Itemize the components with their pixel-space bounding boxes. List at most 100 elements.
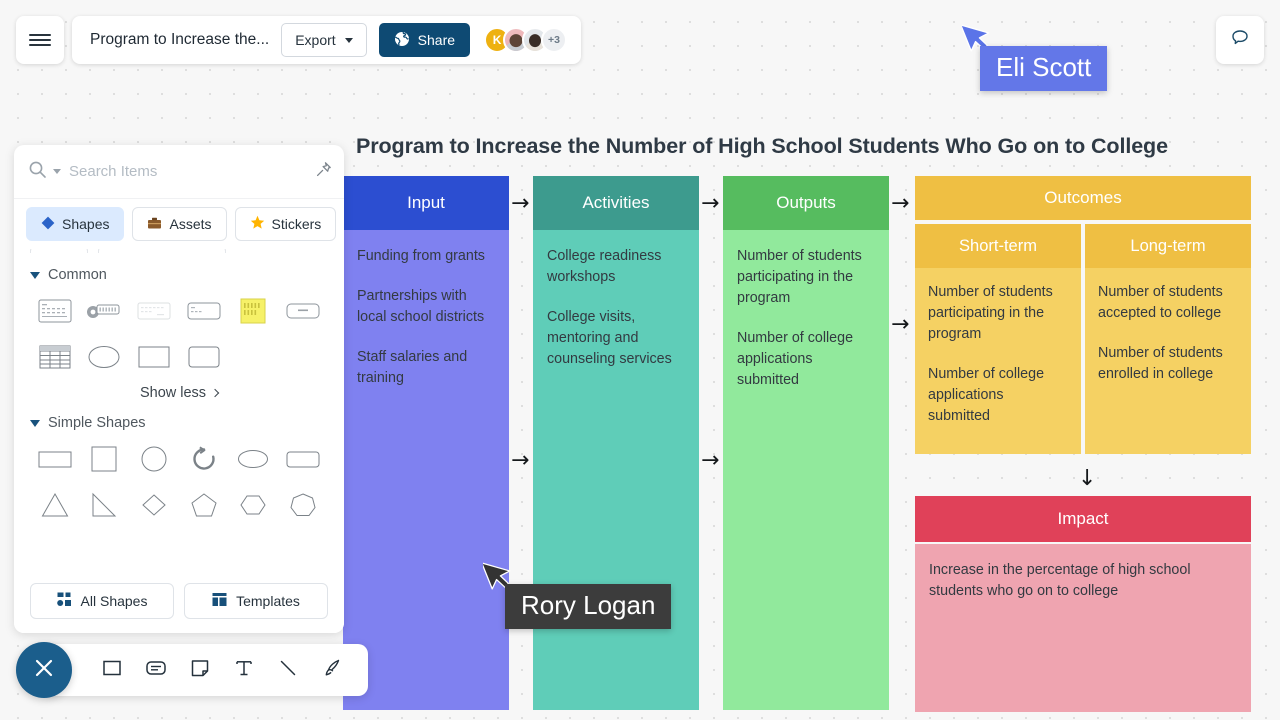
tab-stickers[interactable]: Stickers [234, 207, 337, 241]
sub-header-long-term: Long-term [1085, 224, 1251, 268]
tab-label: Assets [169, 216, 212, 232]
list-item: College readiness workshops [547, 248, 662, 286]
sticky-note-shape[interactable] [230, 293, 276, 329]
impact-header: Impact [915, 496, 1251, 542]
bottom-toolbar [44, 644, 368, 696]
diagram-column-activities[interactable]: Activities College readiness workshops C… [533, 176, 699, 710]
tab-label: Shapes [62, 216, 110, 232]
chevron-down-icon [344, 37, 353, 43]
arrow-right-icon: → [511, 191, 530, 216]
document-toolbar: Program to Increase the... Export Share … [72, 16, 582, 64]
share-button[interactable]: Share [378, 23, 471, 57]
sticky-note-icon [190, 658, 210, 683]
shape-tool-button[interactable] [92, 650, 132, 690]
sub-body-long-term: Number of students accepted to college N… [1085, 268, 1251, 454]
avatar-overflow-count[interactable]: +3 [541, 27, 568, 53]
section-header-common[interactable]: Common [30, 267, 328, 283]
template-icon [212, 592, 227, 610]
tab-shapes[interactable]: Shapes [26, 207, 125, 241]
rectangle-shape[interactable] [131, 339, 177, 375]
close-x-icon [31, 655, 57, 686]
arrow-right-icon: → [511, 448, 530, 473]
line-tool-button[interactable] [268, 650, 308, 690]
list-item: Number of college applications submitted [737, 330, 854, 389]
diagram-group-impact[interactable]: Impact Increase in the percentage of hig… [915, 496, 1251, 712]
diagram-group-outcomes[interactable]: Outcomes Short-term Number of students p… [915, 176, 1251, 454]
diamond-icon [41, 216, 55, 233]
templates-button[interactable]: Templates [184, 583, 328, 619]
search-input[interactable] [67, 162, 330, 181]
rounded-rect-shape[interactable] [181, 339, 227, 375]
heptagon-shape[interactable] [280, 487, 326, 523]
pen-tool-button[interactable] [312, 650, 352, 690]
faded-list-shape[interactable] [131, 293, 177, 329]
diagram-column-input[interactable]: Input Funding from grants Partnerships w… [343, 176, 509, 710]
square-shape[interactable] [81, 441, 127, 477]
search-row [14, 145, 344, 199]
close-panel-button[interactable] [16, 642, 72, 698]
sub-header-short-term: Short-term [915, 224, 1081, 268]
section-title: Common [48, 267, 107, 283]
diagram-title: Program to Increase the Number of High S… [356, 134, 1168, 158]
card-tool-button[interactable] [136, 650, 176, 690]
column-header-outputs: Outputs [723, 176, 889, 230]
show-less-button[interactable]: Show less [30, 385, 328, 401]
rounded-bar-shape[interactable] [280, 293, 326, 329]
outcomes-short-term[interactable]: Short-term Number of students participat… [915, 224, 1081, 454]
menu-button[interactable] [16, 16, 64, 64]
diagram-column-outputs[interactable]: Outputs Number of students participating… [723, 176, 889, 710]
diamond-shape[interactable] [131, 487, 177, 523]
ellipse-shape[interactable] [81, 339, 127, 375]
share-label: Share [417, 32, 456, 48]
key-shape[interactable] [81, 293, 127, 329]
export-button[interactable]: Export [281, 23, 367, 57]
triangle-shape[interactable] [32, 487, 78, 523]
arc-arrow-shape[interactable] [181, 441, 227, 477]
right-triangle-shape[interactable] [81, 487, 127, 523]
table-shape[interactable] [32, 339, 78, 375]
impact-body: Increase in the percentage of high schoo… [915, 544, 1251, 712]
show-less-label: Show less [139, 385, 207, 401]
outcomes-long-term[interactable]: Long-term Number of students accepted to… [1085, 224, 1251, 454]
shapes-scroll-area[interactable]: Common Show less Simple Shapes [14, 253, 344, 575]
rectangle-shape[interactable] [32, 441, 78, 477]
shape-grid-common [30, 293, 328, 375]
column-body-outputs: Number of students participating in the … [723, 230, 889, 710]
note-tool-button[interactable] [180, 650, 220, 690]
list-item: Number of students participating in the … [737, 248, 862, 307]
section-header-simple-shapes[interactable]: Simple Shapes [30, 415, 328, 431]
text-tool-button[interactable] [224, 650, 264, 690]
card-list-shape[interactable] [32, 293, 78, 329]
small-card-shape[interactable] [181, 293, 227, 329]
hexagon-shape[interactable] [230, 487, 276, 523]
section-title: Simple Shapes [48, 415, 146, 431]
tab-assets[interactable]: Assets [132, 207, 227, 241]
column-header-activities: Activities [533, 176, 699, 230]
column-body-activities: College readiness workshops College visi… [533, 230, 699, 710]
arrow-down-icon: ↓ [1078, 466, 1097, 491]
rounded-rect-shape[interactable] [280, 441, 326, 477]
circle-shape[interactable] [131, 441, 177, 477]
card-icon [145, 658, 167, 683]
all-shapes-button[interactable]: All Shapes [30, 583, 174, 619]
hamburger-icon [29, 32, 51, 48]
shape-slot-empty [280, 339, 326, 375]
list-item: Staff salaries and training [357, 349, 468, 387]
collaborator-avatars[interactable]: K +3 [484, 27, 568, 53]
search-icon[interactable] [28, 160, 47, 184]
document-title[interactable]: Program to Increase the... [90, 31, 269, 49]
column-body-input: Funding from grants Partnerships with lo… [343, 230, 509, 710]
panel-footer: All Shapes Templates [14, 575, 344, 633]
cursor-name-label: Eli Scott [980, 46, 1108, 91]
pin-icon[interactable] [315, 161, 332, 183]
ellipse-shape[interactable] [230, 441, 276, 477]
sub-body-short-term: Number of students participating in the … [915, 268, 1081, 454]
chevron-down-icon[interactable] [53, 169, 61, 174]
globe-icon [394, 31, 410, 50]
tab-label: Stickers [271, 216, 322, 232]
comments-button[interactable] [1216, 16, 1264, 64]
list-item: Number of college applications submitted [928, 366, 1045, 425]
text-t-icon [234, 658, 254, 683]
pentagon-shape[interactable] [181, 487, 227, 523]
button-label: All Shapes [80, 593, 148, 609]
